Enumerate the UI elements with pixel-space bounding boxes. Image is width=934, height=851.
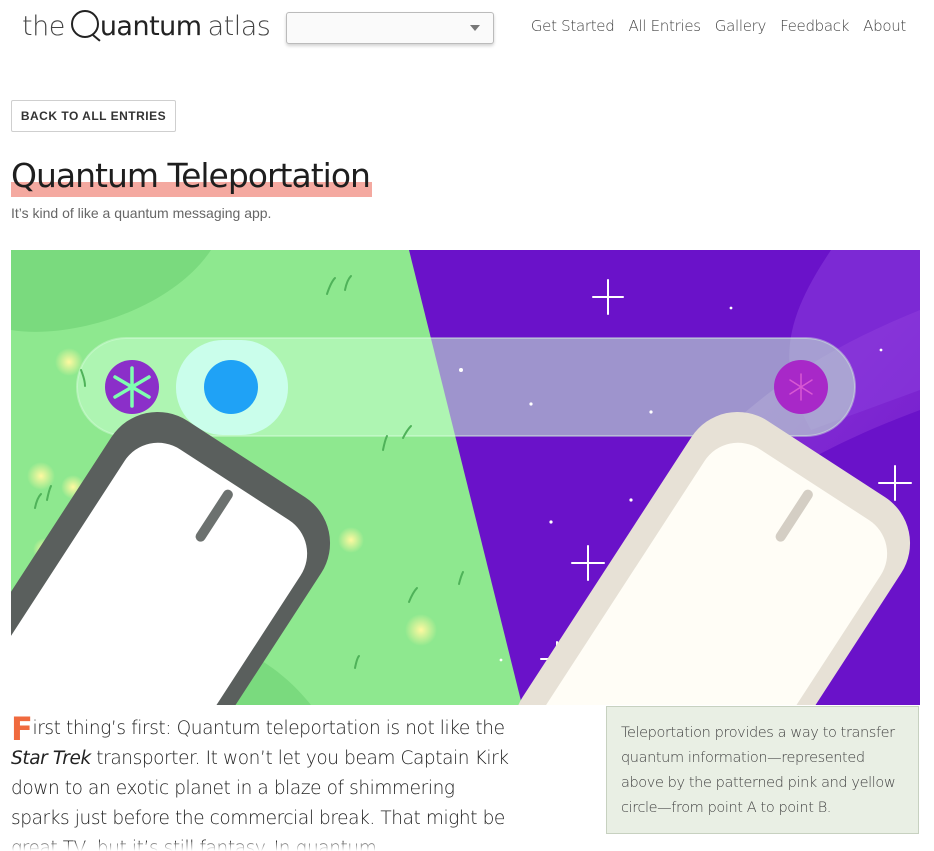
page-title: Quantum Teleportation (11, 152, 372, 200)
body-emphasis: Star Trek (11, 748, 91, 769)
hero-illustration (11, 250, 920, 705)
entry-search-select[interactable] (286, 12, 494, 44)
nav-about[interactable]: About (863, 17, 906, 35)
bottom-fade (0, 842, 934, 851)
page: the uantum atlas Get Started All Entries… (0, 0, 934, 851)
teleportation-illustration (11, 250, 920, 705)
blue-qubit (204, 360, 258, 414)
nav-feedback[interactable]: Feedback (780, 17, 849, 35)
site-header: the uantum atlas Get Started All Entries… (0, 0, 934, 56)
page-title-text: Quantum Teleportation (11, 156, 371, 195)
title-block: Quantum Teleportation (11, 152, 372, 200)
site-logo[interactable]: the uantum atlas (22, 8, 271, 44)
nav-all-entries[interactable]: All Entries (628, 17, 701, 35)
page-subtitle: It’s kind of like a quantum messaging ap… (11, 205, 272, 221)
main-nav: Get Started All Entries Gallery Feedback… (531, 17, 906, 35)
dropcap: F (11, 710, 33, 748)
article-body: First thing’s first: Quantum teleportati… (11, 710, 516, 851)
body-text-1: irst thing’s first: Quantum teleportatio… (32, 718, 505, 739)
chevron-down-icon[interactable] (470, 25, 480, 31)
logo-suffix: atlas (207, 10, 271, 42)
firefly (338, 527, 364, 553)
nav-get-started[interactable]: Get Started (531, 17, 615, 35)
q-logo-icon (70, 10, 99, 38)
illustration-credit: MALATE (17, 687, 66, 699)
firefly (55, 348, 83, 376)
logo-prefix: the (22, 10, 65, 42)
firefly (405, 614, 437, 646)
nav-gallery[interactable]: Gallery (715, 17, 767, 35)
figure-caption: Teleportation provides a way to transfer… (606, 706, 919, 834)
logo-word-rest: uantum (99, 11, 202, 42)
back-to-all-entries-button[interactable]: BACK TO ALL ENTRIES (11, 100, 176, 132)
logo-word: uantum (70, 10, 202, 42)
